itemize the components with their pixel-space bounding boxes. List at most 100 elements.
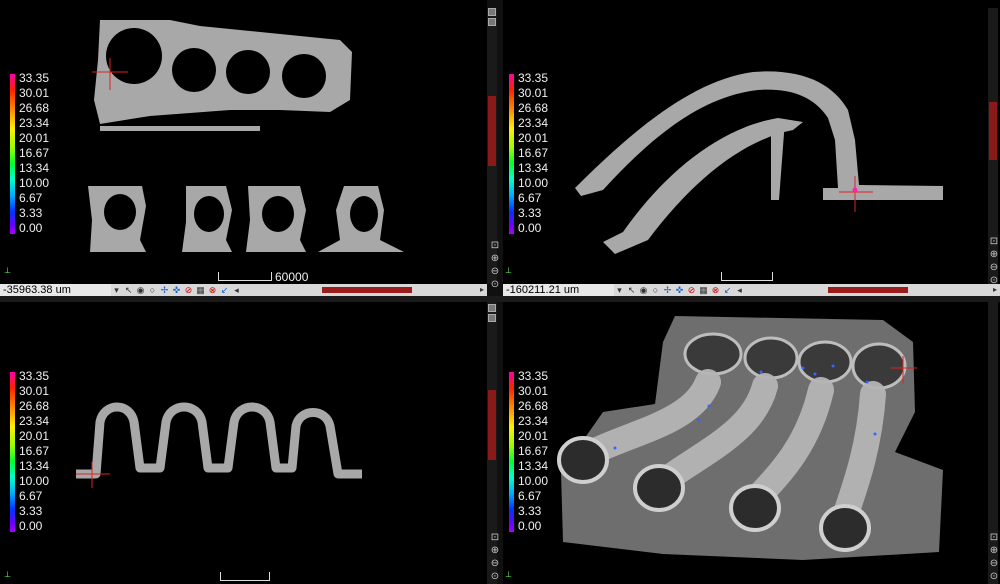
measurement-point[interactable]: [852, 187, 858, 193]
zoom-out-icon[interactable]: ⊖: [988, 262, 1000, 274]
zoom-reset-icon[interactable]: ⊙: [988, 571, 1000, 583]
legend-label: 6.67: [518, 191, 542, 205]
circle-icon[interactable]: ○: [147, 285, 158, 296]
eye-icon[interactable]: ◉: [135, 285, 146, 296]
zoom-tools-top-left: ⊡ ⊕ ⊖ ⊙: [489, 240, 501, 292]
arrow-left-icon[interactable]: ◂: [734, 285, 745, 296]
measure-icon[interactable]: ✢: [159, 285, 170, 296]
slice-progress-bar[interactable]: [828, 287, 908, 293]
viewport-toolbar-top-left: -35963.38 um ▾ ↖ ◉ ○ ✢ ✜ ⊘ ▦ ⊗ ↙ ◂ ▸: [0, 284, 487, 296]
scroll-thumb[interactable]: [488, 96, 496, 166]
fit-view-icon[interactable]: ⊡: [988, 532, 1000, 544]
slice-progress-bar[interactable]: [322, 287, 412, 293]
zoom-reset-icon[interactable]: ⊙: [489, 279, 501, 291]
legend-label: 6.67: [518, 489, 542, 503]
scale-bar-label: 60000: [275, 270, 309, 284]
legend-label: 10.00: [518, 176, 549, 190]
port-cross-sections: [88, 186, 404, 252]
circle-icon[interactable]: ○: [650, 285, 661, 296]
legend-label: 20.01: [518, 429, 549, 443]
pointer-icon[interactable]: ↖: [626, 285, 637, 296]
legend-label: 30.01: [518, 86, 549, 100]
arrow-right-icon[interactable]: ▸: [480, 284, 484, 296]
dropdown-arrow-icon[interactable]: ▾: [111, 285, 122, 296]
scroll-thumb[interactable]: [488, 390, 496, 460]
color-gradient-bar: [509, 74, 514, 234]
viewport-top-left[interactable]: 33.35 30.01 26.68 23.34 20.01 16.67 13.3…: [0, 0, 487, 284]
zoom-reset-icon[interactable]: ⊙: [489, 571, 501, 583]
legend-label: 26.68: [19, 399, 50, 413]
legend-label: 10.00: [19, 176, 50, 190]
legend-label: 33.35: [518, 369, 549, 383]
zoom-reset-icon[interactable]: ⊙: [988, 275, 1000, 287]
pane-menu-icon[interactable]: [488, 8, 496, 16]
legend-label: 3.33: [19, 206, 43, 220]
dropdown-arrow-icon[interactable]: ▾: [614, 285, 625, 296]
slice-icon[interactable]: ⊘: [686, 285, 697, 296]
legend-label: 16.67: [518, 146, 549, 160]
measure-icon[interactable]: ✢: [662, 285, 673, 296]
legend-label: 13.34: [518, 161, 549, 175]
pane-menu-icon[interactable]: [488, 314, 496, 322]
fit-view-icon[interactable]: ⊡: [489, 240, 501, 252]
viewport-toolbar-top-right: -160211.21 um ▾ ↖ ◉ ○ ✢ ✜ ⊘ ▦ ⊗ ↙ ◂ ▸: [503, 284, 1000, 296]
axis-triad-icon: ⊥: [505, 570, 512, 579]
slice-view-top: [88, 20, 404, 252]
legend-label: 0.00: [518, 519, 542, 533]
legend-label: 33.35: [518, 71, 549, 85]
eye-icon[interactable]: ◉: [638, 285, 649, 296]
zoom-in-icon[interactable]: ⊕: [988, 249, 1000, 261]
axis-icon[interactable]: ✜: [171, 285, 182, 296]
runner-front-section: [76, 402, 362, 479]
legend-label: 30.01: [19, 384, 50, 398]
ruler-icon[interactable]: ⊗: [710, 285, 721, 296]
zoom-out-icon[interactable]: ⊖: [988, 558, 1000, 570]
fit-view-icon[interactable]: ⊡: [489, 532, 501, 544]
pointer-icon[interactable]: ↖: [123, 285, 134, 296]
legend-label: 3.33: [19, 504, 43, 518]
legend-label: 23.34: [518, 414, 549, 428]
scroll-thumb[interactable]: [989, 102, 997, 160]
legend-label: 16.67: [19, 444, 50, 458]
gasket-flange-section: [94, 20, 352, 131]
axis-triad-icon: ⊥: [4, 570, 11, 579]
arrow-left-icon[interactable]: ◂: [231, 285, 242, 296]
legend-label: 26.68: [518, 399, 549, 413]
fit-view-icon[interactable]: ⊡: [988, 236, 1000, 248]
legend-label: 26.68: [518, 101, 549, 115]
zoom-out-icon[interactable]: ⊖: [489, 558, 501, 570]
zoom-out-icon[interactable]: ⊖: [489, 266, 501, 278]
zoom-in-icon[interactable]: ⊕: [988, 545, 1000, 557]
pane-menu-icon[interactable]: [488, 18, 496, 26]
legend-label: 3.33: [518, 504, 542, 518]
pane-menu-icon[interactable]: [488, 304, 496, 312]
axis-triad-icon: ⊥: [4, 266, 11, 275]
legend-label: 20.01: [518, 131, 549, 145]
color-gradient-bar: [10, 74, 15, 234]
viewport-top-right[interactable]: 33.35 30.01 26.68 23.34 20.01 16.67 13.3…: [503, 0, 988, 284]
zoom-in-icon[interactable]: ⊕: [489, 253, 501, 265]
legend-label: 10.00: [19, 474, 50, 488]
legend-label: 0.00: [19, 519, 43, 533]
legend-label: 6.67: [19, 191, 43, 205]
grid-icon[interactable]: ▦: [698, 285, 709, 296]
legend-label: 3.33: [518, 206, 542, 220]
color-gradient-bar: [10, 372, 15, 532]
zoom-tools-bottom-left: ⊡ ⊕ ⊖ ⊙: [489, 532, 501, 584]
legend-label: 0.00: [19, 221, 43, 235]
slice-icon[interactable]: ⊘: [183, 285, 194, 296]
scale-bar: [218, 272, 272, 281]
axis-icon[interactable]: ✜: [674, 285, 685, 296]
legend-label: 10.00: [518, 474, 549, 488]
color-icon[interactable]: ↙: [722, 285, 733, 296]
viewport-3d[interactable]: 33.35 30.01 26.68 23.34 20.01 16.67 13.3…: [503, 302, 988, 584]
color-icon[interactable]: ↙: [219, 285, 230, 296]
scale-bar: [721, 272, 773, 281]
zoom-tools-bottom-right: ⊡ ⊕ ⊖ ⊙: [988, 532, 1000, 584]
zoom-in-icon[interactable]: ⊕: [489, 545, 501, 557]
viewport-bottom-left[interactable]: 33.35 30.01 26.68 23.34 20.01 16.67 13.3…: [0, 302, 487, 584]
ruler-icon[interactable]: ⊗: [207, 285, 218, 296]
slice-position-value[interactable]: -35963.38 um: [0, 284, 111, 296]
slice-position-value[interactable]: -160211.21 um: [503, 284, 614, 296]
grid-icon[interactable]: ▦: [195, 285, 206, 296]
